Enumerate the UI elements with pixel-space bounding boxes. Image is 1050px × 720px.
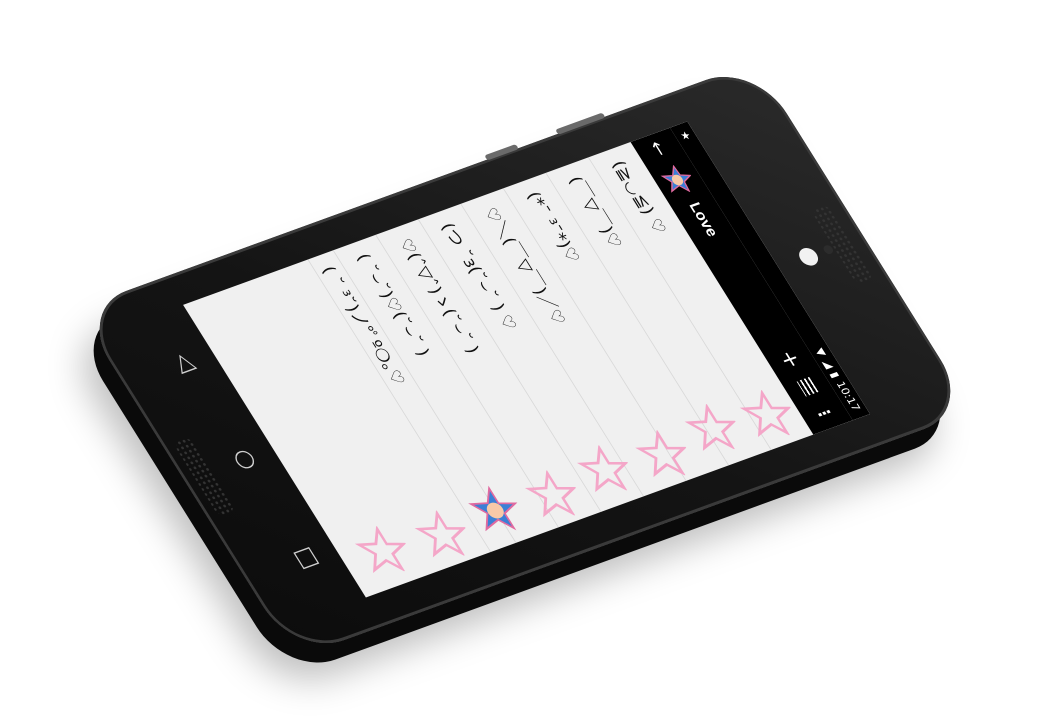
wifi-icon: ▼: [812, 346, 829, 359]
signal-icon: ◢: [820, 358, 837, 370]
nav-back-triangle-icon[interactable]: ◁: [168, 350, 202, 375]
plus-icon[interactable]: +: [774, 347, 807, 372]
phone-body: ★ ▼ ◢ ▮ 10:17 ← Love + ⋮ (≧◡≦) ♡ (￣▽￣)♡ …: [77, 62, 973, 658]
list-icon[interactable]: [796, 376, 819, 397]
pink-star-icon: [576, 444, 629, 493]
volume-button[interactable]: [555, 112, 606, 135]
notification-star-icon: ★: [677, 129, 694, 143]
pink-star-icon: [414, 509, 467, 558]
character-star-icon: [468, 485, 518, 532]
top-speaker-grille: [810, 203, 875, 286]
proximity-sensor: [795, 245, 822, 268]
nav-home-circle-icon[interactable]: ○: [228, 446, 263, 473]
phone-mockup: ★ ▼ ◢ ▮ 10:17 ← Love + ⋮ (≧◡≦) ♡ (￣▽￣)♡ …: [0, 0, 1050, 720]
battery-icon: ▮: [827, 370, 843, 380]
nav-recents-square-icon[interactable]: □: [289, 543, 325, 572]
power-button[interactable]: [484, 144, 519, 161]
pink-star-icon: [524, 469, 577, 518]
pink-star-icon: [354, 524, 407, 574]
overflow-menu-icon[interactable]: ⋮: [811, 403, 837, 424]
pink-star-icon: [635, 429, 688, 478]
